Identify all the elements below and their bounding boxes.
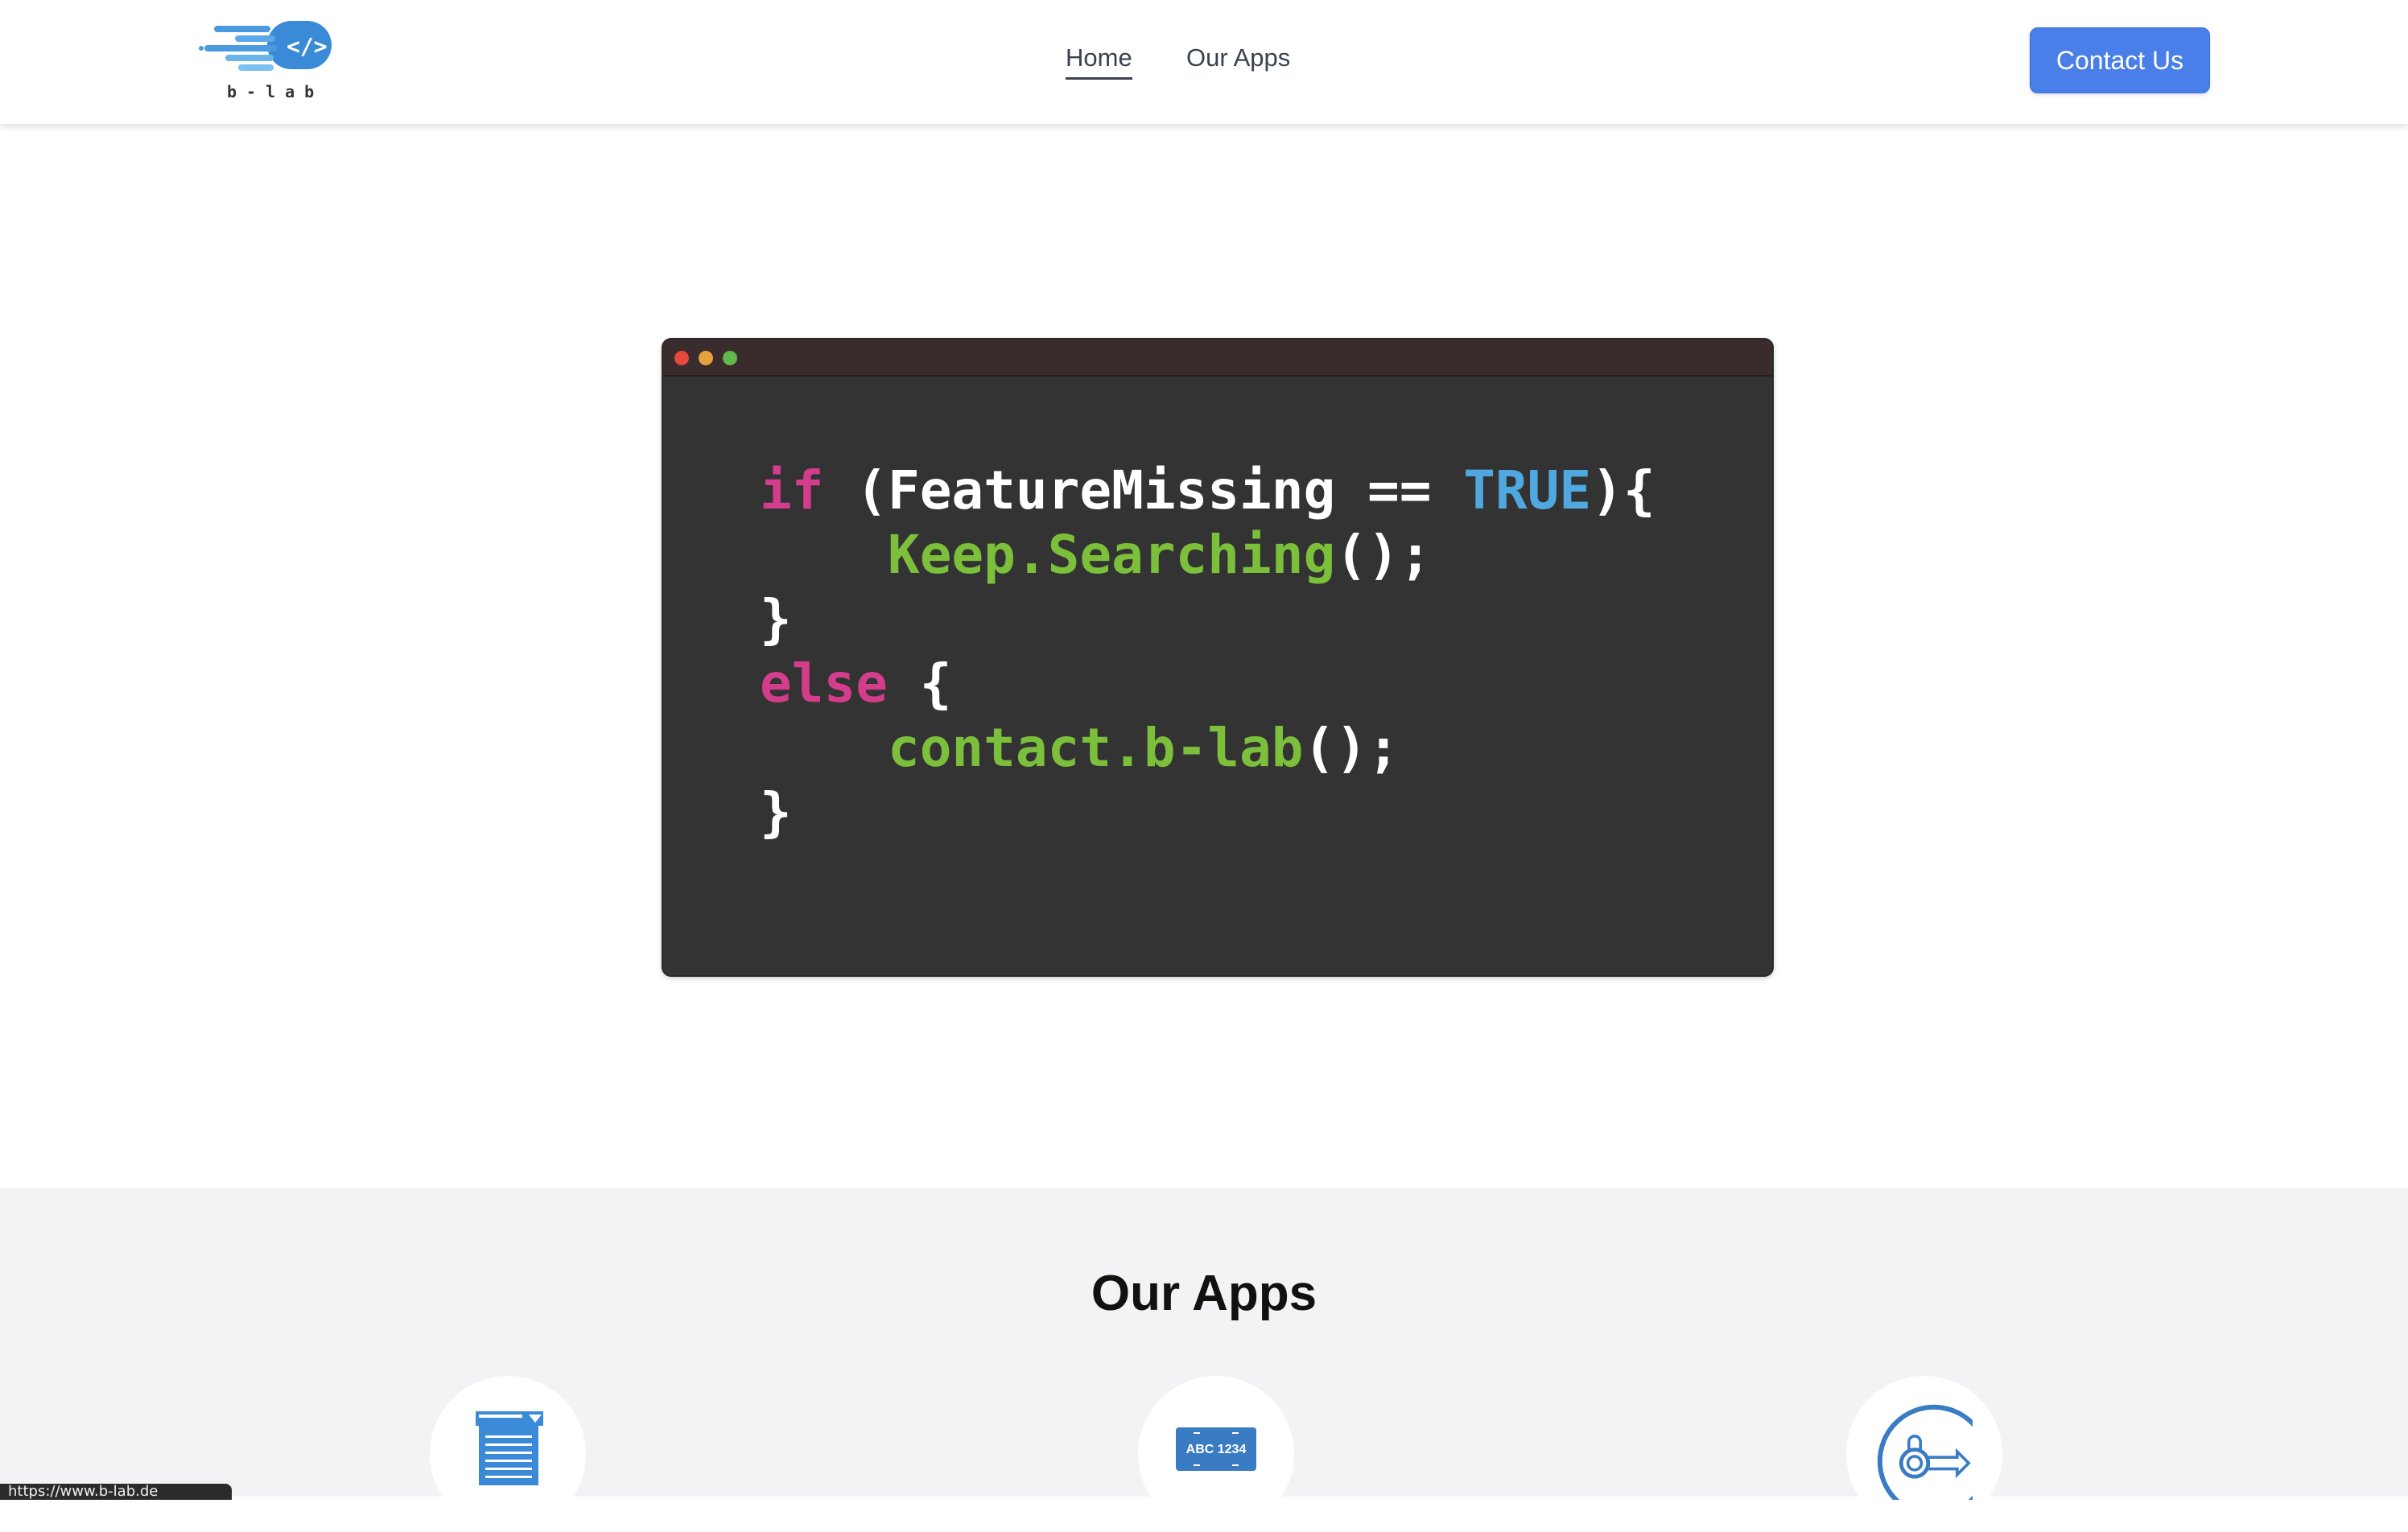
speed-key-icon (1877, 1404, 1973, 1500)
window-titlebar (663, 340, 1772, 377)
code-line-1: if (FeatureMissing == TRUE){ (760, 459, 1656, 523)
code-line-3: } (760, 588, 792, 650)
code-text: ){ (1591, 459, 1656, 521)
code-keyword: else (760, 653, 888, 715)
logo-text: b-lab (227, 82, 324, 101)
code-text: (); (1335, 524, 1432, 586)
code-text: (FeatureMissing == (823, 459, 1464, 521)
status-bar-url: https://www.b-lab.de (0, 1484, 232, 1500)
window-minimize-dot-icon (699, 351, 713, 365)
svg-text:</>: </> (287, 33, 328, 60)
code-line-4: else { (760, 652, 1656, 716)
code-keyword: if (760, 459, 824, 521)
plate-text: ABC 1234 (1186, 1443, 1247, 1456)
code-snippet: if (FeatureMissing == TRUE){ Keep.Search… (760, 459, 1656, 845)
app-card-speed-key[interactable] (1846, 1376, 2002, 1532)
hero-code-window: if (FeatureMissing == TRUE){ Keep.Search… (662, 338, 1774, 977)
nav-home-link[interactable]: Home (1066, 43, 1132, 80)
apps-section-title: Our Apps (1091, 1266, 1317, 1321)
code-function: contact.b-lab (887, 717, 1304, 779)
apps-section: Our Apps ABC 1234 (0, 1188, 2408, 1532)
app-card-notepad[interactable] (430, 1376, 586, 1532)
code-boolean: TRUE (1463, 459, 1592, 521)
window-maximize-dot-icon (723, 351, 737, 365)
code-text: (); (1303, 717, 1400, 779)
site-header: </> b-lab Home Our Apps Contact Us (0, 0, 2408, 124)
nav-our-apps-link[interactable]: Our Apps (1186, 43, 1290, 72)
code-line-2: Keep.Searching(); (760, 523, 1656, 587)
window-close-dot-icon (674, 351, 689, 365)
code-line-5: contact.b-lab(); (760, 716, 1656, 780)
license-plate-icon: ABC 1234 (1176, 1427, 1256, 1471)
code-function: Keep.Searching (887, 524, 1336, 586)
code-line-6: } (760, 781, 792, 843)
app-card-license-plate[interactable]: ABC 1234 (1138, 1376, 1294, 1532)
code-text: { (887, 653, 952, 715)
contact-us-button[interactable]: Contact Us (2030, 27, 2210, 93)
notepad-icon (476, 1411, 543, 1485)
